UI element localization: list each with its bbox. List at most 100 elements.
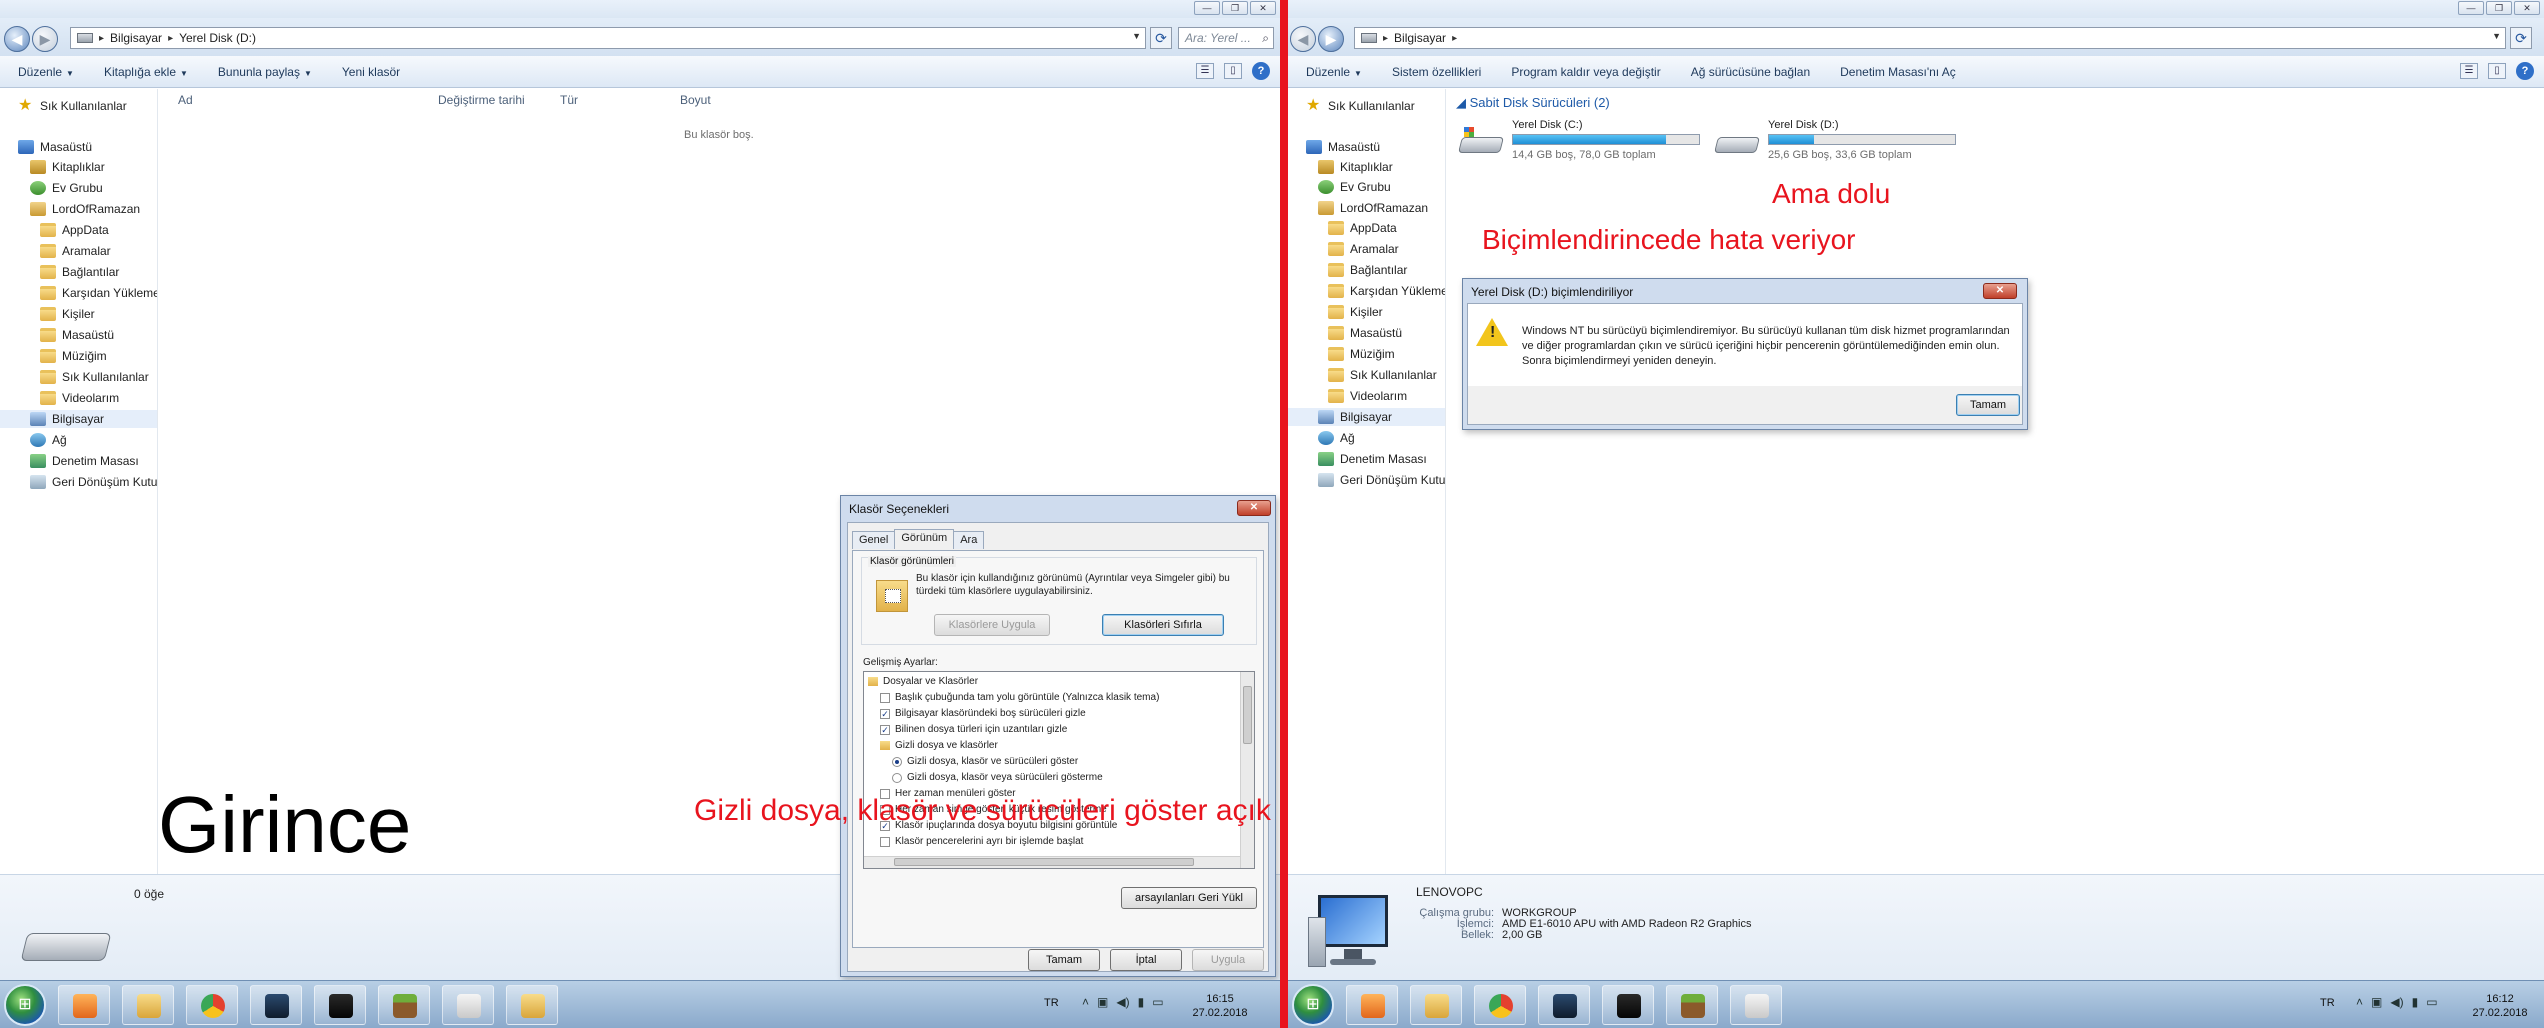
- organize-button[interactable]: Düzenle ▼: [1306, 65, 1362, 79]
- sidebar-item[interactable]: Karşıdan Yüklemeler: [40, 284, 157, 302]
- close-icon[interactable]: ✕: [2514, 1, 2540, 15]
- sidebar-item[interactable]: Masaüstü: [40, 326, 114, 344]
- radio-button[interactable]: [892, 756, 902, 767]
- forward-button[interactable]: ▶: [1318, 26, 1344, 52]
- sidebar-item[interactable]: Müziğim: [40, 347, 107, 365]
- language-indicator[interactable]: TR: [1044, 997, 1059, 1009]
- maximize-icon[interactable]: ❐: [1222, 1, 1248, 15]
- tree-horizontal-scrollbar[interactable]: [864, 856, 1240, 868]
- back-button[interactable]: ◀: [1290, 26, 1316, 52]
- sidebar-item[interactable]: Geri Dönüşüm Kutusu: [1318, 471, 1445, 489]
- preview-pane-icon[interactable]: ▯: [2488, 63, 2506, 79]
- sidebar-item[interactable]: LordOfRamazan: [1318, 199, 1428, 217]
- sidebar-item[interactable]: AppData: [40, 221, 109, 239]
- uninstall-program-button[interactable]: Program kaldır veya değiştir: [1511, 65, 1660, 79]
- refresh-button[interactable]: ⟳: [2510, 27, 2532, 49]
- setting-row[interactable]: Gizli dosya, klasör veya sürücüleri göst…: [892, 770, 1103, 785]
- sidebar-item[interactable]: Aramalar: [1328, 240, 1399, 258]
- sidebar-item[interactable]: Ev Grubu: [30, 179, 103, 197]
- organize-button[interactable]: Düzenle ▼: [18, 65, 74, 79]
- setting-row[interactable]: Gizli dosya ve klasörler: [880, 738, 998, 753]
- close-icon[interactable]: ✕: [1983, 283, 2017, 299]
- taskbar-app-button[interactable]: [186, 985, 238, 1025]
- sidebar-item[interactable]: Videolarım: [1328, 387, 1407, 405]
- start-button[interactable]: ⊞: [1292, 984, 1334, 1026]
- battery-icon[interactable]: ▭: [2426, 995, 2437, 1009]
- minimize-icon[interactable]: —: [2458, 1, 2484, 15]
- setting-row[interactable]: Gizli dosya, klasör ve sürücüleri göster: [892, 754, 1078, 769]
- taskbar-app-button[interactable]: [58, 985, 110, 1025]
- sidebar-item[interactable]: Kitaplıklar: [1318, 158, 1393, 176]
- ok-button[interactable]: Tamam: [1956, 394, 2020, 416]
- column-header-size[interactable]: Boyut: [680, 93, 711, 107]
- language-indicator[interactable]: TR: [2320, 997, 2335, 1009]
- checkbox[interactable]: [880, 836, 890, 847]
- view-options-icon[interactable]: ☰: [2460, 63, 2478, 79]
- network-tray-icon[interactable]: ▣: [1097, 995, 1108, 1009]
- sidebar-item[interactable]: Ağ: [1318, 429, 1355, 447]
- start-button[interactable]: ⊞: [4, 984, 46, 1026]
- setting-row[interactable]: ✓ Bilgisayar klasöründeki boş sürücüleri …: [880, 706, 1086, 721]
- taskbar-app-button[interactable]: [250, 985, 302, 1025]
- section-header[interactable]: ◢ Sabit Disk Sürücüleri (2): [1456, 95, 1610, 111]
- view-options-icon[interactable]: ☰: [1196, 63, 1214, 79]
- taskbar-app-button[interactable]: [1730, 985, 1782, 1025]
- sidebar-item[interactable]: Ağ: [30, 431, 67, 449]
- search-icon[interactable]: ⌕: [1262, 28, 1269, 48]
- tab-general[interactable]: Genel: [852, 531, 896, 549]
- chevron-down-icon[interactable]: ▼: [2492, 31, 2501, 41]
- chevron-down-icon[interactable]: ▼: [1132, 31, 1141, 41]
- taskbar-app-button[interactable]: [1346, 985, 1398, 1025]
- advanced-settings-tree[interactable]: Dosyalar ve Klasörler Başlık çubuğunda ta…: [863, 671, 1255, 869]
- sidebar-item[interactable]: Kişiler: [40, 305, 95, 323]
- taskbar-app-button[interactable]: [314, 985, 366, 1025]
- sidebar-item[interactable]: Ev Grubu: [1318, 178, 1391, 196]
- chevron-up-icon[interactable]: ˄: [1082, 995, 1089, 1009]
- taskbar-app-button[interactable]: [378, 985, 430, 1025]
- column-header-type[interactable]: Tür: [560, 93, 578, 107]
- sidebar-item[interactable]: Bağlantılar: [1328, 261, 1407, 279]
- sidebar-item[interactable]: Masaüstü: [1328, 324, 1402, 342]
- taskbar-app-button[interactable]: [506, 985, 558, 1025]
- checkbox[interactable]: [880, 692, 890, 703]
- tab-search[interactable]: Ara: [953, 531, 985, 549]
- address-bar[interactable]: ▸ Bilgisayar ▸ Yerel Disk (D:) ▼: [70, 27, 1146, 49]
- checkbox[interactable]: ✓: [880, 724, 890, 735]
- preview-pane-icon[interactable]: ▯: [1224, 63, 1242, 79]
- sidebar-item[interactable]: Kişiler: [1328, 303, 1383, 321]
- search-input[interactable]: Ara: Yerel ... ⌕: [1178, 27, 1274, 49]
- breadcrumb-item[interactable]: Yerel Disk (D:): [179, 31, 256, 45]
- share-with-button[interactable]: Bununla paylaş ▼: [218, 65, 312, 79]
- sidebar-item[interactable]: AppData: [1328, 219, 1397, 237]
- help-icon[interactable]: ?: [2516, 62, 2534, 80]
- sidebar-item[interactable]: LordOfRamazan: [30, 200, 140, 218]
- sidebar-item[interactable]: Bilgisayar: [1288, 408, 1445, 426]
- reset-folders-button[interactable]: Klasörleri Sıfırla: [1102, 614, 1224, 636]
- sidebar-item[interactable]: Masaüstü: [18, 138, 92, 156]
- sidebar-item[interactable]: Denetim Masası: [30, 452, 139, 470]
- setting-row[interactable]: Klasör pencerelerini ayrı bir işlemde ba…: [880, 834, 1083, 849]
- help-icon[interactable]: ?: [1252, 62, 1270, 80]
- minimize-icon[interactable]: —: [1194, 1, 1220, 15]
- column-header-date[interactable]: Değiştirme tarihi: [438, 93, 525, 107]
- breadcrumb-item[interactable]: Bilgisayar: [110, 31, 162, 45]
- sidebar-item[interactable]: Bağlantılar: [40, 263, 119, 281]
- sidebar-item[interactable]: ★ Sık Kullanılanlar: [1306, 97, 1415, 115]
- sidebar-item[interactable]: Karşıdan Yüklemeler: [1328, 282, 1445, 300]
- signal-icon[interactable]: ▮: [2412, 995, 2419, 1009]
- sidebar-item[interactable]: Müziğim: [1328, 345, 1395, 363]
- sidebar-item[interactable]: Aramalar: [40, 242, 111, 260]
- sidebar-item[interactable]: Masaüstü: [1306, 138, 1380, 156]
- setting-row[interactable]: Dosyalar ve Klasörler: [868, 674, 978, 689]
- setting-row[interactable]: ✓ Bilinen dosya türleri için uzantıları g…: [880, 722, 1067, 737]
- column-header-name[interactable]: Ad: [178, 93, 193, 107]
- map-network-drive-button[interactable]: Ağ sürücüsüne bağlan: [1691, 65, 1810, 79]
- apply-to-folders-button[interactable]: Klasörlere Uygula: [934, 614, 1050, 636]
- system-properties-button[interactable]: Sistem özellikleri: [1392, 65, 1481, 79]
- sidebar-item[interactable]: ★ Sık Kullanılanlar: [18, 97, 127, 115]
- breadcrumb-item[interactable]: Bilgisayar: [1394, 31, 1446, 45]
- clock[interactable]: 16:15 27.02.2018: [1190, 992, 1250, 1020]
- tab-view[interactable]: Görünüm: [894, 529, 955, 549]
- sidebar-item[interactable]: Videolarım: [40, 389, 119, 407]
- restore-defaults-button[interactable]: arsayılanları Geri Yükl: [1121, 887, 1257, 909]
